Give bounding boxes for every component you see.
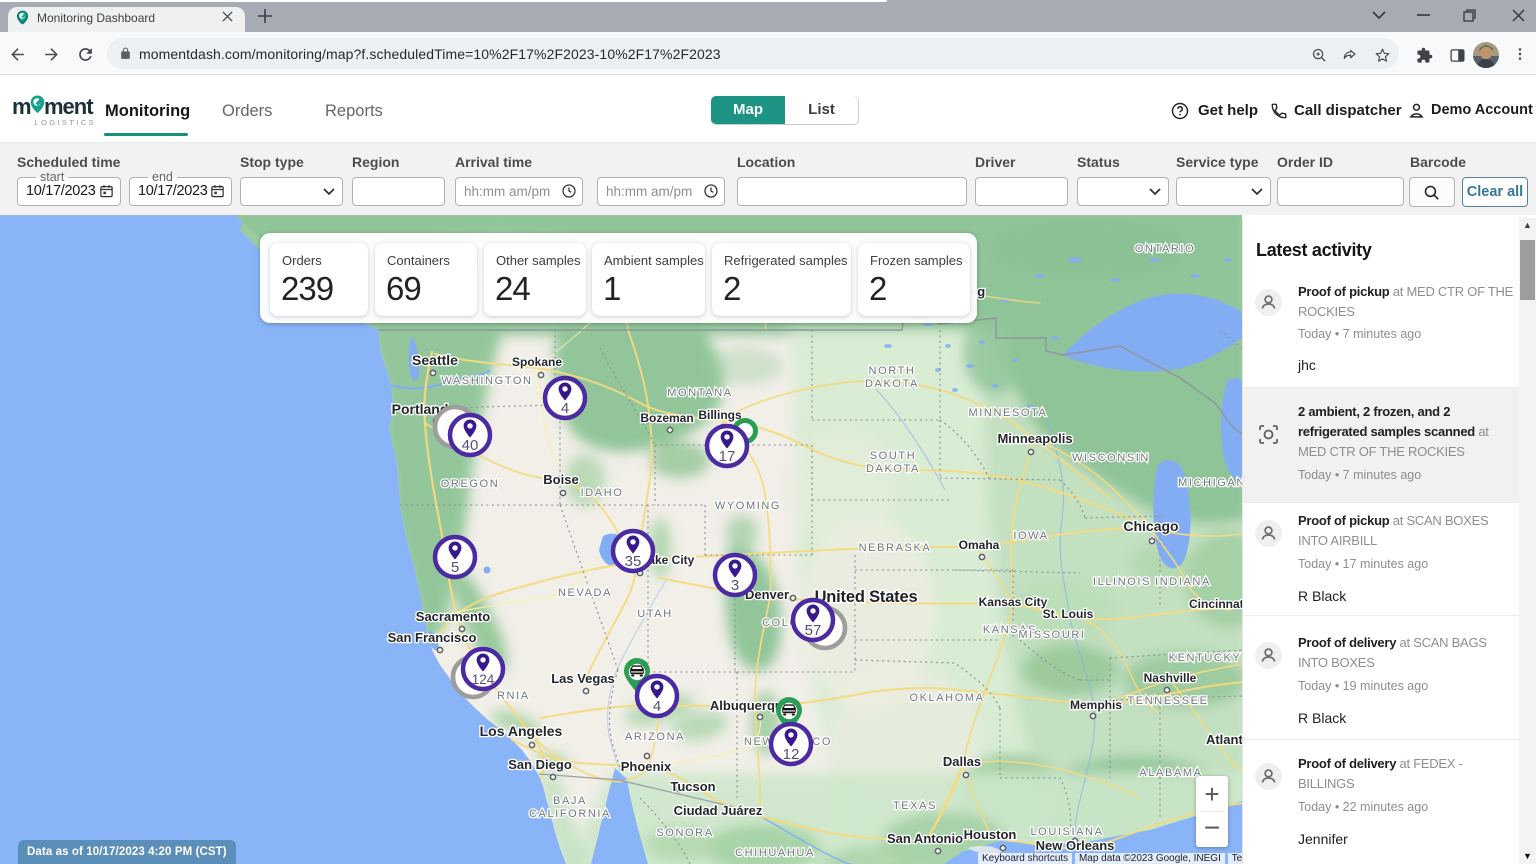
svg-text:WYOMING: WYOMING [715,500,781,512]
svg-text:Tucson: Tucson [670,779,715,794]
svg-text:MICHIGAN: MICHIGAN [1178,477,1242,489]
svg-text:INDIANA: INDIANA [1155,576,1211,588]
svg-text:Cincinnati: Cincinnati [1189,597,1242,611]
svg-text:BAJA: BAJA [553,795,587,807]
svg-text:Ciudad Juárez: Ciudad Juárez [674,803,763,818]
svg-text:Houston: Houston [964,827,1017,842]
svg-text:40: 40 [462,437,479,454]
svg-text:KENTUCKY: KENTUCKY [1169,652,1242,664]
svg-text:UTAH: UTAH [637,608,673,620]
svg-text:4: 4 [653,698,661,715]
svg-text:MONTANA: MONTANA [667,387,732,399]
svg-text:Chicago: Chicago [1123,518,1178,534]
svg-text:4: 4 [561,400,569,417]
svg-text:NORTH: NORTH [869,365,916,377]
svg-text:OKLAHOMA: OKLAHOMA [909,692,984,704]
svg-text:ALABAMA: ALABAMA [1139,767,1202,779]
svg-text:3: 3 [731,577,739,594]
svg-text:Bozeman: Bozeman [640,411,693,425]
svg-text:WISCONSIN: WISCONSIN [1072,452,1150,464]
svg-text:ONTARIO: ONTARIO [1135,243,1196,255]
svg-text:Boise: Boise [543,472,578,487]
svg-text:Nashville: Nashville [1144,671,1197,685]
svg-text:TENNESSEE: TENNESSEE [1127,695,1208,707]
svg-text:MINNESOTA: MINNESOTA [969,407,1048,419]
svg-text:New Orleans: New Orleans [1036,838,1115,853]
svg-text:SOUTH: SOUTH [870,450,917,462]
svg-text:Seattle: Seattle [412,352,458,368]
svg-text:5: 5 [451,559,459,576]
svg-text:United States: United States [815,588,918,606]
svg-text:SONORA: SONORA [656,827,713,839]
svg-text:WASHINGTON: WASHINGTON [441,375,532,387]
svg-text:San Francisco: San Francisco [388,630,477,645]
svg-text:Phoenix: Phoenix [621,759,672,774]
svg-text:ARIZONA: ARIZONA [625,731,685,743]
svg-text:St. Louis: St. Louis [1043,607,1094,621]
svg-text:CALIFORNIA: CALIFORNIA [529,808,611,820]
svg-text:124: 124 [472,672,495,687]
svg-text:IDAHO: IDAHO [581,487,624,499]
svg-text:Los Angeles: Los Angeles [480,723,563,739]
svg-text:35: 35 [625,553,642,570]
svg-text:RNIA: RNIA [497,690,530,702]
svg-text:57: 57 [805,622,822,639]
svg-text:Sacramento: Sacramento [416,609,490,624]
svg-text:DAKOTA: DAKOTA [865,378,919,390]
svg-text:Dallas: Dallas [943,754,981,769]
svg-text:TEXAS: TEXAS [893,800,937,812]
svg-text:MISSOURI: MISSOURI [1018,629,1085,641]
svg-text:Billings: Billings [698,408,742,422]
svg-text:Memphis: Memphis [1070,698,1122,712]
svg-text:OREGON: OREGON [441,478,500,490]
svg-text:ILLINOIS: ILLINOIS [1093,576,1151,588]
svg-text:12: 12 [783,746,800,763]
svg-text:Kansas City: Kansas City [979,595,1048,609]
svg-text:Omaha: Omaha [959,538,1000,552]
svg-text:CHIHUAHUA: CHIHUAHUA [735,847,815,859]
svg-text:NEBRASKA: NEBRASKA [859,542,932,554]
svg-text:17: 17 [719,448,736,465]
svg-text:Las Vegas: Las Vegas [551,671,615,686]
svg-text:San Antonio: San Antonio [887,831,963,846]
svg-text:LOUISIANA: LOUISIANA [1030,826,1103,838]
svg-text:Minneapolis: Minneapolis [997,431,1072,446]
svg-text:NEVADA: NEVADA [558,587,612,599]
svg-text:ment: ment [44,94,94,119]
svg-text:Spokane: Spokane [512,355,562,369]
svg-text:DAKOTA: DAKOTA [866,463,920,475]
svg-text:m: m [12,94,31,119]
svg-text:IOWA: IOWA [1013,530,1048,542]
svg-text:Atlanta: Atlanta [1206,732,1242,747]
svg-text:LOGISTICS: LOGISTICS [34,118,96,127]
svg-text:San Diego: San Diego [508,757,572,772]
